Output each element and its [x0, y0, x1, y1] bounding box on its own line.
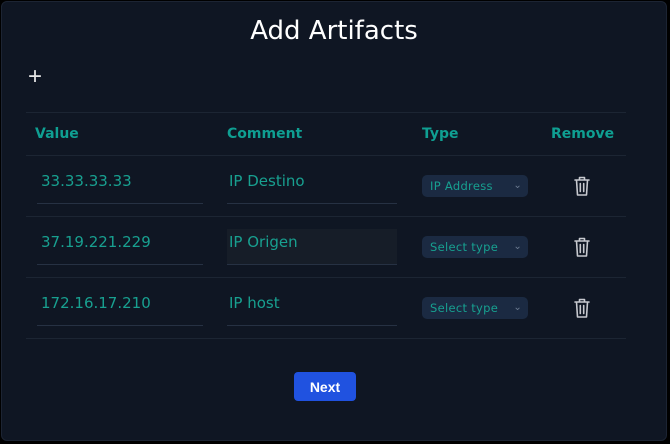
type-select[interactable]: Select type ⌄	[422, 297, 528, 319]
chevron-down-icon: ⌄	[513, 302, 522, 313]
type-select-value: IP Address	[430, 179, 493, 193]
artifact-comment-input[interactable]: IP Destino	[229, 172, 305, 190]
divider	[26, 112, 626, 113]
table-row: 172.16.17.210 IP host Select type ⌄	[2, 278, 670, 338]
add-artifacts-dialog: Add Artifacts + Value Comment Type Remov…	[1, 1, 667, 441]
chevron-down-icon: ⌄	[513, 241, 522, 252]
value-underline	[37, 264, 203, 265]
next-button[interactable]: Next	[294, 372, 356, 401]
column-header-comment: Comment	[227, 126, 303, 142]
dialog-title: Add Artifacts	[250, 16, 418, 46]
trash-icon	[574, 176, 590, 196]
artifact-value-input[interactable]: 33.33.33.33	[41, 172, 132, 190]
column-header-value: Value	[35, 126, 79, 142]
column-header-remove: Remove	[551, 126, 615, 142]
divider	[26, 338, 626, 339]
column-header-type: Type	[422, 126, 459, 142]
chevron-down-icon: ⌄	[513, 180, 522, 191]
artifact-comment-input[interactable]: IP Origen	[229, 233, 298, 251]
trash-icon	[574, 237, 590, 257]
remove-row-button[interactable]	[572, 297, 592, 319]
add-artifact-button[interactable]: +	[24, 63, 46, 90]
artifact-comment-input[interactable]: IP host	[229, 294, 280, 312]
remove-row-button[interactable]	[572, 236, 592, 258]
remove-row-button[interactable]	[572, 175, 592, 197]
comment-underline	[227, 325, 397, 326]
type-select-value: Select type	[430, 301, 499, 315]
type-select[interactable]: Select type ⌄	[422, 236, 528, 258]
plus-icon: +	[27, 63, 42, 90]
table-row: 37.19.221.229 IP Origen Select type ⌄	[2, 217, 670, 277]
value-underline	[37, 203, 203, 204]
artifact-value-input[interactable]: 37.19.221.229	[41, 233, 151, 251]
artifact-value-input[interactable]: 172.16.17.210	[41, 294, 151, 312]
table-row: 33.33.33.33 IP Destino IP Address ⌄	[2, 156, 670, 216]
type-select[interactable]: IP Address ⌄	[422, 175, 528, 197]
comment-underline	[227, 203, 397, 204]
comment-underline	[227, 264, 397, 265]
trash-icon	[574, 298, 590, 318]
type-select-value: Select type	[430, 240, 499, 254]
value-underline	[37, 325, 203, 326]
